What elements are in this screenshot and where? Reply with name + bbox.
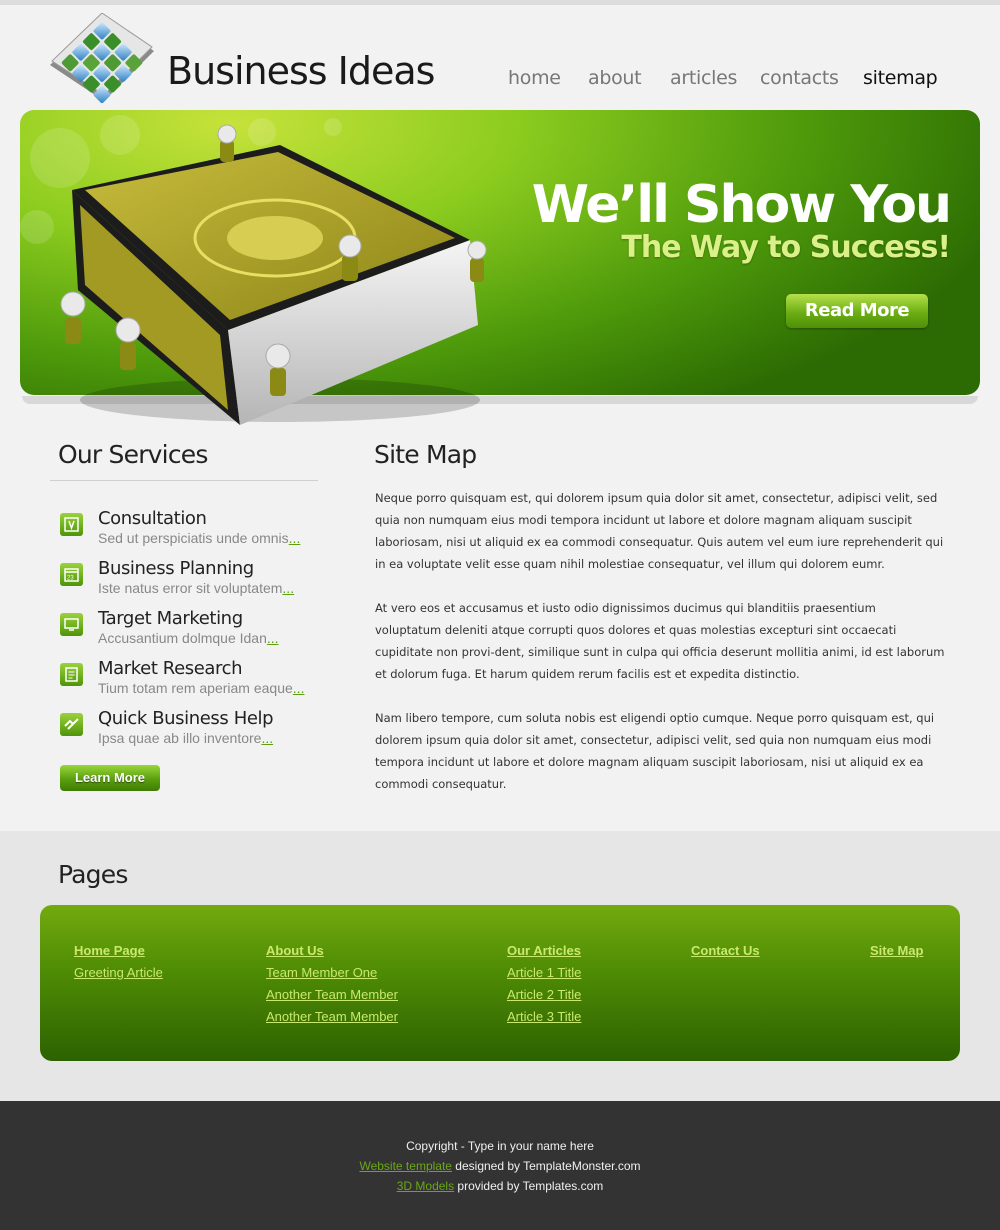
book-illustration [30, 110, 530, 440]
footer-credit-text: designed by TemplateMonster.com [451, 1159, 641, 1173]
services-title: Our Services [58, 440, 208, 469]
header: Business Ideas home about articles conta… [0, 5, 1000, 110]
banner-subhead: The Way to Success! [621, 230, 951, 265]
service-desc: Accusantium dolmque Idan... [98, 630, 279, 646]
pages-link[interactable]: Article 2 Title [507, 984, 581, 1006]
pages-column-sitemap: Site Map [870, 940, 923, 962]
service-item: Consultation Sed ut perspiciatis unde om… [60, 508, 340, 554]
pages-link[interactable]: Article 3 Title [507, 1006, 581, 1028]
pages-title: Pages [58, 860, 128, 889]
service-title[interactable]: Target Marketing [98, 608, 243, 629]
nav-contacts[interactable]: contacts [760, 67, 839, 89]
footer: Copyright - Type in your name here Websi… [0, 1101, 1000, 1230]
learn-more-button[interactable]: Learn More [60, 765, 160, 791]
handshake-icon [60, 713, 83, 736]
services-divider [50, 480, 318, 481]
pages-link[interactable]: Article 1 Title [507, 962, 581, 984]
sitemap-title: Site Map [374, 440, 477, 469]
pages-link-about[interactable]: About Us [266, 940, 398, 962]
sitemap-paragraph: Neque porro quisquam est, qui dolorem ip… [375, 491, 944, 571]
calendar-icon: 23 [60, 563, 83, 586]
service-more-link[interactable]: ... [293, 680, 305, 696]
pages-link-contact[interactable]: Contact Us [691, 940, 760, 962]
pages-link-articles[interactable]: Our Articles [507, 940, 581, 962]
pages-column-contact: Contact Us [691, 940, 760, 962]
nav-home[interactable]: home [508, 67, 561, 89]
service-item: 23 Business Planning Iste natus error si… [60, 558, 340, 604]
pages-column-articles: Our Articles Article 1 Title Article 2 T… [507, 940, 581, 1028]
svg-text:23: 23 [67, 576, 74, 582]
read-more-button[interactable]: Read More [786, 294, 928, 328]
pages-link[interactable]: Another Team Member [266, 1006, 398, 1028]
banner-headline: We’ll Show You [531, 175, 952, 235]
service-desc: Iste natus error sit voluptatem... [98, 580, 295, 596]
service-item: Market Research Tium totam rem aperiam e… [60, 658, 340, 704]
pages-column-about: About Us Team Member One Another Team Me… [266, 940, 398, 1028]
service-desc: Tium totam rem aperiam eaque... [98, 680, 305, 696]
service-more-link[interactable]: ... [289, 530, 301, 546]
footer-copyright: Copyright - Type in your name here [406, 1139, 594, 1153]
nav-articles[interactable]: articles [670, 67, 737, 89]
service-desc: Ipsa quae ab illo inventore... [98, 730, 274, 746]
service-title[interactable]: Business Planning [98, 558, 254, 579]
monitor-icon [60, 613, 83, 636]
pages-link[interactable]: Greeting Article [74, 962, 163, 984]
service-more-link[interactable]: ... [267, 630, 279, 646]
main-nav: home about articles contacts sitemap [0, 67, 1000, 97]
pages-links-box [40, 905, 960, 1061]
pages-link[interactable]: Another Team Member [266, 984, 398, 1006]
service-more-link[interactable]: ... [261, 730, 273, 746]
footer-credit-line: Website template designed by TemplateMon… [0, 1159, 1000, 1173]
3d-models-link[interactable]: 3D Models [397, 1179, 454, 1193]
pages-link[interactable]: Team Member One [266, 962, 398, 984]
footer-models-text: provided by Templates.com [454, 1179, 604, 1193]
sitemap-paragraph: Nam libero tempore, cum soluta nobis est… [375, 711, 935, 791]
service-more-link[interactable]: ... [282, 580, 294, 596]
sitemap-paragraph: At vero eos et accusamus et iusto odio d… [375, 601, 945, 681]
pages-column-home: Home Page Greeting Article [74, 940, 163, 984]
service-title[interactable]: Quick Business Help [98, 708, 274, 729]
nav-sitemap[interactable]: sitemap [863, 67, 938, 89]
website-template-link[interactable]: Website template [359, 1159, 452, 1173]
service-desc: Sed ut perspiciatis unde omnis... [98, 530, 301, 546]
document-icon [60, 663, 83, 686]
nav-about[interactable]: about [588, 67, 642, 89]
service-item: Quick Business Help Ipsa quae ab illo in… [60, 708, 340, 754]
pages-link-sitemap[interactable]: Site Map [870, 940, 923, 962]
service-item: Target Marketing Accusantium dolmque Ida… [60, 608, 340, 654]
footer-models-line: 3D Models provided by Templates.com [0, 1179, 1000, 1193]
consultation-icon [60, 513, 83, 536]
service-title[interactable]: Market Research [98, 658, 243, 679]
pages-link-home[interactable]: Home Page [74, 940, 163, 962]
service-title[interactable]: Consultation [98, 508, 207, 529]
